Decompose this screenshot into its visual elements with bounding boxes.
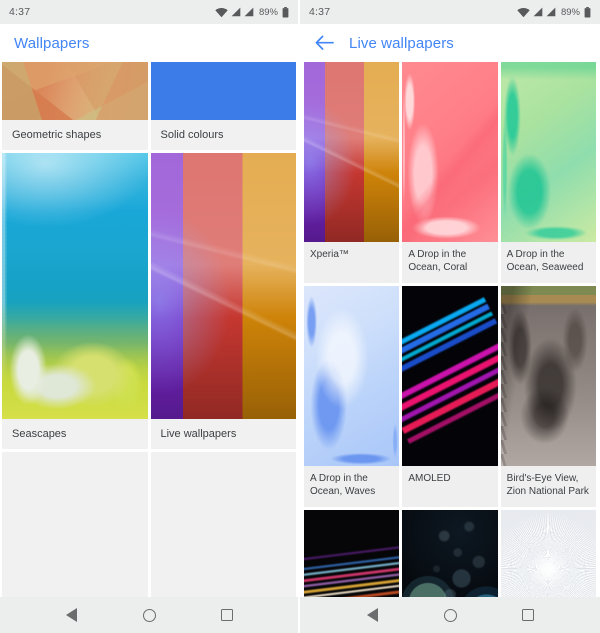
category-thumbnail: [2, 62, 148, 120]
status-bar-icons: 89%: [517, 6, 591, 18]
geometric-shapes-artwork: [2, 62, 148, 120]
ocean-seaweed-artwork: [500, 62, 596, 242]
battery-percent-label: 89%: [258, 6, 278, 18]
live-wallpaper-card-ocean-coral[interactable]: A Drop in the Ocean, Coral: [402, 62, 498, 283]
back-arrow-icon: [315, 35, 334, 50]
app-bar-left: Wallpapers: [0, 24, 298, 62]
xperia-artwork: [304, 62, 400, 242]
live-wallpaper-card-ocean-seaweed[interactable]: A Drop in the Ocean, Seaweed: [500, 62, 596, 283]
solid-colours-artwork: [150, 62, 296, 120]
dual-screenshot-container: 4:37 89% Wallpapers Geometric shapes Sol…: [0, 0, 600, 633]
status-bar-right: 4:37 89%: [300, 0, 600, 24]
live-wallpaper-label: A Drop in the Ocean, Seaweed: [506, 249, 584, 273]
live-wallpaper-label: A Drop in the Ocean, Coral: [408, 249, 468, 273]
category-card-solid-colours[interactable]: Solid colours: [150, 62, 296, 150]
category-label: Solid colours: [160, 129, 224, 141]
ocean-waves-artwork: [304, 286, 400, 466]
live-wallpaper-thumbnail: [500, 286, 596, 466]
live-wallpaper-card-amoled[interactable]: AMOLED: [402, 286, 498, 507]
back-nav-button[interactable]: [60, 604, 82, 626]
live-wallpaper-card-zion-national-park[interactable]: Bird's-Eye View, Zion National Park: [500, 286, 596, 507]
recents-nav-button[interactable]: [517, 604, 539, 626]
status-bar-clock: 4:37: [309, 6, 331, 18]
live-wallpaper-label: Xperia™: [310, 249, 349, 260]
live-wallpaper-card-xperia[interactable]: Xperia™: [304, 62, 400, 283]
category-label: Seascapes: [12, 428, 67, 440]
live-wallpaper-thumbnail: [304, 286, 400, 466]
wallpaper-category-grid: Geometric shapes Solid colours Seascapes…: [0, 62, 298, 602]
zion-national-park-artwork: [500, 286, 596, 466]
triangle-back-icon: [65, 608, 77, 622]
category-thumbnail: [2, 153, 148, 419]
signal-icon: [231, 7, 241, 17]
signal-icon: [533, 7, 543, 17]
category-thumbnail: [150, 153, 296, 419]
home-nav-button[interactable]: [138, 604, 160, 626]
live-wallpaper-card-ocean-waves[interactable]: A Drop in the Ocean, Waves: [304, 286, 400, 507]
battery-icon: [282, 6, 289, 17]
right-phone-screen: 4:37 89% Live wallpapers Xperia™ A Drop …: [300, 0, 600, 633]
triangle-back-icon: [366, 608, 378, 622]
live-wallpaper-thumbnail: [304, 62, 400, 242]
home-nav-button[interactable]: [439, 604, 461, 626]
ocean-coral-artwork: [402, 62, 498, 242]
signal-icon: [546, 7, 556, 17]
status-bar-icons: 89%: [215, 6, 289, 18]
category-label: Geometric shapes: [12, 129, 102, 141]
square-recents-icon: [522, 609, 534, 621]
wifi-icon: [215, 7, 228, 17]
category-thumbnail: [150, 62, 296, 120]
live-wallpapers-artwork: [150, 153, 296, 419]
page-title: Wallpapers: [14, 34, 90, 52]
amoled-artwork: [402, 286, 498, 466]
navigation-bar-left: [0, 597, 298, 633]
status-bar-left: 4:37 89%: [0, 0, 298, 24]
live-wallpaper-thumbnail: [500, 62, 596, 242]
square-recents-icon: [221, 609, 233, 621]
back-nav-button[interactable]: [361, 604, 383, 626]
status-bar-clock: 4:37: [9, 6, 31, 18]
live-wallpaper-thumbnail: [402, 62, 498, 242]
live-wallpaper-grid: Xperia™ A Drop in the Ocean, Coral A Dro…: [300, 62, 600, 628]
category-placeholder-tile: [2, 452, 148, 602]
back-button[interactable]: [309, 28, 339, 58]
category-card-live-wallpapers[interactable]: Live wallpapers: [150, 153, 296, 449]
page-title: Live wallpapers: [349, 34, 454, 52]
wifi-icon: [517, 7, 530, 17]
app-bar-right: Live wallpapers: [300, 24, 600, 62]
category-label: Live wallpapers: [160, 428, 237, 440]
recents-nav-button[interactable]: [216, 604, 238, 626]
battery-icon: [584, 6, 591, 17]
live-wallpaper-label: AMOLED: [408, 473, 451, 484]
signal-icon: [244, 7, 254, 17]
category-card-seascapes[interactable]: Seascapes: [2, 153, 148, 449]
circle-home-icon: [142, 608, 156, 622]
category-card-geometric-shapes[interactable]: Geometric shapes: [2, 62, 148, 150]
live-wallpaper-label: Bird's-Eye View, Zion National Park: [506, 473, 589, 497]
left-phone-screen: 4:37 89% Wallpapers Geometric shapes Sol…: [0, 0, 300, 633]
navigation-bar-right: [300, 597, 600, 633]
live-wallpaper-label: A Drop in the Ocean, Waves: [310, 473, 376, 497]
circle-home-icon: [443, 608, 457, 622]
battery-percent-label: 89%: [560, 6, 580, 18]
category-placeholder-tile: [150, 452, 296, 602]
seascapes-artwork: [2, 153, 148, 419]
live-wallpaper-thumbnail: [402, 286, 498, 466]
